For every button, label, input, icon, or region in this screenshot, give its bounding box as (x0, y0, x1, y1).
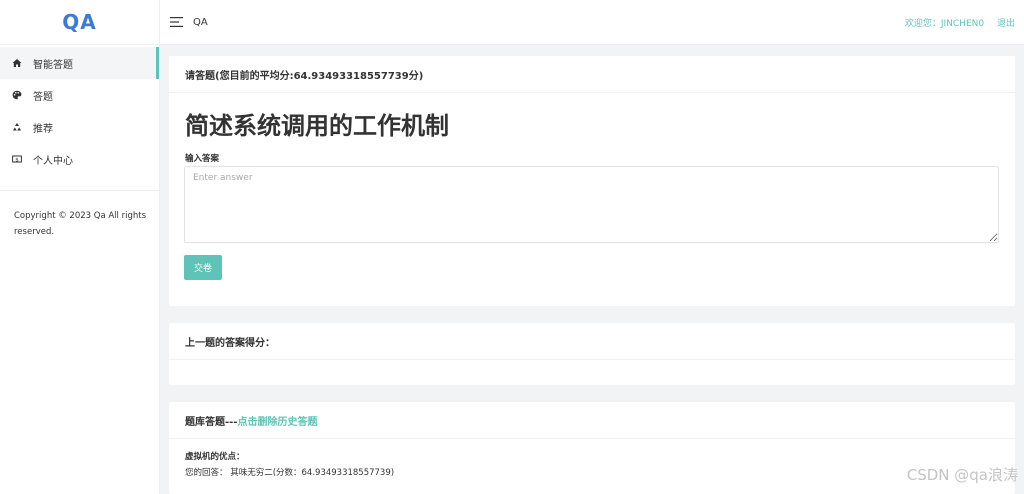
sidebar-nav: 智能答题 答题 推荐 $ 个人中心 (0, 47, 159, 175)
home-icon (12, 59, 22, 67)
sidebar-item-recommend[interactable]: 推荐 (0, 111, 159, 143)
sidebar-item-label: 推荐 (33, 123, 53, 135)
question-card: 请答题(您目前的平均分:64.93493318557739分) 简述系统调用的工… (169, 56, 1015, 306)
sidebar-item-label: 智能答题 (33, 59, 73, 71)
history-card-header: 题库答题--- 点击删除历史答题 (169, 402, 1015, 439)
sidebar-item-smart-answer[interactable]: 智能答题 (0, 47, 159, 79)
question-title: 简述系统调用的工作机制 (185, 112, 449, 140)
top-bar: QA 欢迎您：JINCHEN0 退出 (160, 0, 1024, 45)
sidebar-item-label: 答题 (33, 91, 53, 103)
copyright-text: Copyright © 2023 Qa All rights reserved. (14, 211, 147, 237)
history-answer: 您的回答： 其味无穷二(分数：64.93493318557739) (185, 468, 395, 478)
sidebar-item-label: 个人中心 (33, 155, 73, 167)
logout-link[interactable]: 退出 (997, 19, 1015, 29)
recycle-icon (13, 123, 21, 131)
sidebar-item-personal-center[interactable]: $ 个人中心 (0, 143, 159, 175)
sidebar-item-answer[interactable]: 答题 (0, 79, 159, 111)
answer-label: 输入答案 (185, 154, 220, 164)
watermark: CSDN @qa浪涛 (906, 466, 1018, 484)
menu-icon[interactable] (170, 16, 184, 28)
history-question: 虚拟机的优点： (185, 452, 245, 462)
question-card-header: 请答题(您目前的平均分:64.93493318557739分) (169, 56, 1015, 93)
history-title: 题库答题--- (185, 416, 238, 428)
palette-icon (12, 90, 22, 100)
sidebar-divider (0, 190, 159, 191)
welcome-text: 欢迎您：JINCHEN0 (904, 18, 985, 29)
delete-history-link[interactable]: 点击删除历史答题 (237, 413, 317, 428)
user-area: 欢迎您：JINCHEN0 退出 (905, 16, 1015, 29)
answer-input[interactable] (184, 166, 999, 243)
sidebar: QA 智能答题 答题 推荐 $ 个人中心 Copyright © 2023 Qa… (0, 0, 160, 494)
app-logo[interactable]: QA (0, 0, 159, 45)
page-title: QA (193, 16, 208, 28)
previous-score-card: 上一题的答案得分： (169, 323, 1015, 385)
svg-text:$: $ (15, 157, 19, 163)
history-card: 题库答题--- 点击删除历史答题 虚拟机的优点： 您的回答： 其味无穷二(分数：6… (169, 402, 1015, 494)
submit-button[interactable]: 交卷 (184, 255, 222, 280)
previous-score-header: 上一题的答案得分： (169, 323, 1015, 360)
dollar-icon: $ (12, 155, 22, 163)
